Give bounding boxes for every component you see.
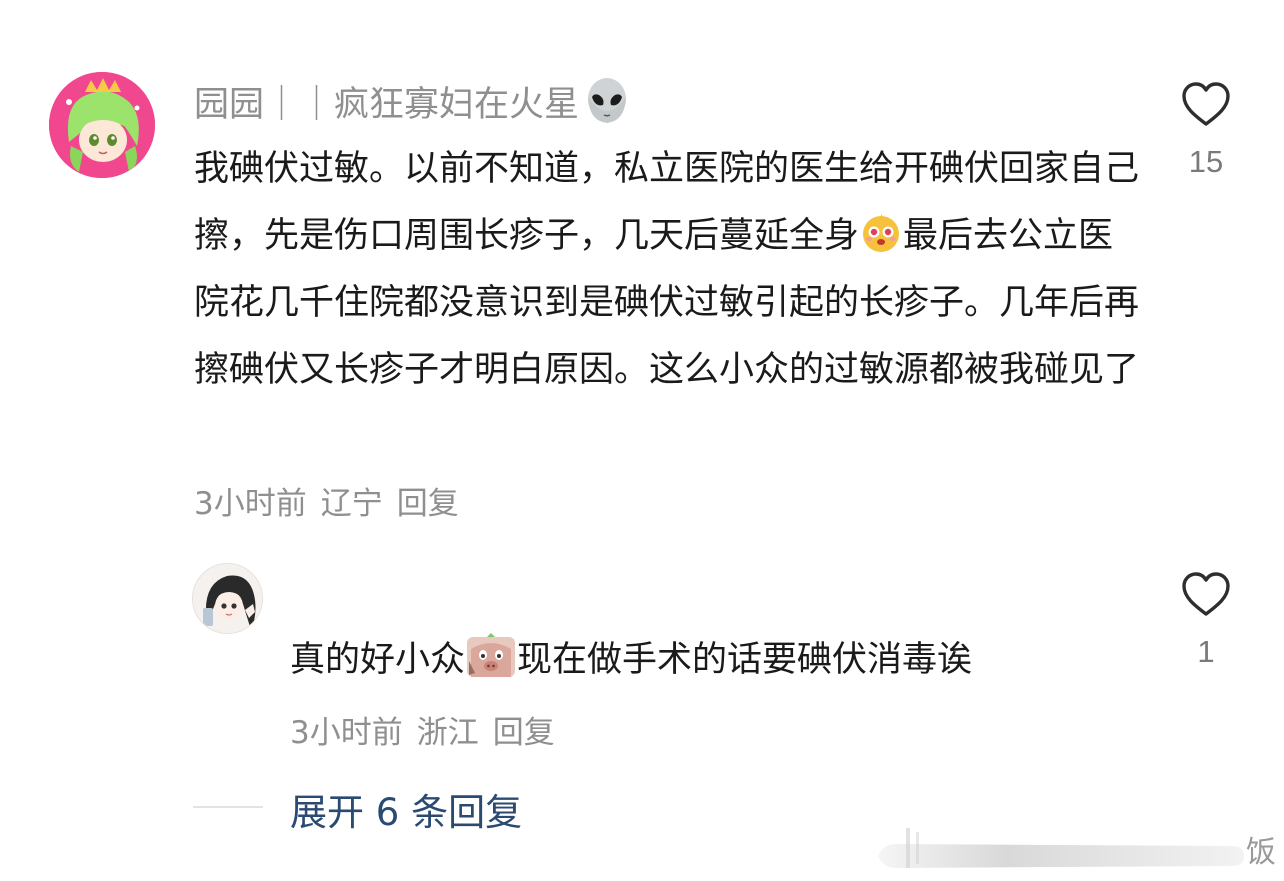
replier-avatar[interactable] — [192, 563, 263, 634]
reply-location: 浙江 — [416, 715, 479, 751]
comment-reply-button[interactable]: 回复 — [397, 478, 459, 523]
expand-replies-button[interactable]: 展开 6 条回复 — [290, 782, 522, 836]
heart-outline-icon[interactable] — [1180, 80, 1232, 128]
reply-body: 真的好小众 现在做手术的话要碘伏消毒诶 — [290, 630, 972, 690]
expand-divider — [193, 806, 263, 808]
username-text: 园园｜｜疯狂寡妇在火星 — [194, 84, 580, 125]
reply-text-part2: 现在做手术的话要碘伏消毒诶 — [517, 640, 973, 680]
reply-like-count: 1 — [1197, 634, 1215, 669]
alien-emoji — [583, 77, 631, 125]
pig-head-emoji — [465, 633, 517, 679]
comment-time: 3小时前 — [194, 486, 307, 522]
commenter-username[interactable]: 园园｜｜疯狂寡妇在火星 — [194, 76, 631, 126]
comment-like[interactable]: 15 — [1176, 80, 1236, 180]
reply-meta: 3小时前 浙江 回复 — [290, 707, 555, 752]
comment-location: 辽宁 — [320, 486, 383, 522]
anxious-face-emoji — [860, 209, 902, 252]
comment-like-count: 15 — [1188, 144, 1224, 179]
heart-outline-icon[interactable] — [1180, 570, 1232, 618]
comment-meta: 3小时前 辽宁 回复 — [194, 478, 459, 523]
commenter-avatar[interactable] — [49, 72, 155, 178]
reply-reply-button[interactable]: 回复 — [493, 707, 555, 752]
watermark-text: 饭 — [1246, 835, 1276, 870]
comment-body: 我碘伏过敏。以前不知道，私立医院的医生给开碘伏回家自己擦，先是伤口周围长疹子，几… — [194, 136, 1144, 404]
reply-text-part1: 真的好小众 — [290, 640, 466, 680]
watermark: 饭 — [872, 822, 1284, 877]
reply-time: 3小时前 — [290, 715, 403, 751]
reply-like[interactable]: 1 — [1176, 570, 1236, 670]
